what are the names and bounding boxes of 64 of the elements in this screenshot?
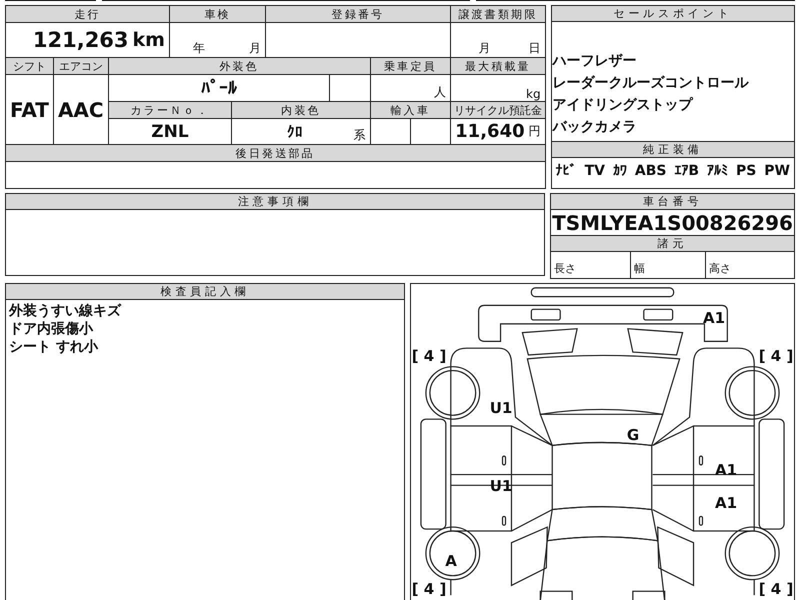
column-header: 内装色	[232, 102, 370, 118]
sales-point: レーダークルーズコントロール	[552, 74, 750, 93]
tire-mark: [ 4 ]	[412, 580, 446, 598]
section-header: 純正装備	[552, 141, 794, 158]
column-header: シフト	[6, 58, 53, 74]
damage-code: A1	[702, 309, 726, 327]
unit-label: kg	[526, 87, 541, 101]
inspector-note: ドア内張傷小	[9, 320, 94, 338]
unit-label: 年	[192, 40, 205, 57]
damage-code: A	[445, 552, 457, 570]
equipment-item: ABS	[634, 162, 666, 178]
spec-label: 高さ	[708, 261, 732, 277]
damage-code: G	[626, 426, 640, 444]
column-header: 最大積載量	[451, 58, 545, 74]
column-header: 外装色	[108, 58, 370, 74]
damage-code: U1	[490, 399, 512, 417]
cell-value: FAT	[10, 98, 49, 122]
column-header: カラーＮｏ．	[108, 102, 232, 118]
equipment-item: PS	[736, 162, 756, 178]
tire-mark: [ 4 ]	[758, 347, 794, 365]
tire-mark: [ 4 ]	[758, 580, 794, 598]
column-header: 後日発送部品	[6, 145, 545, 161]
unit-label: 月	[478, 40, 491, 57]
cell-value: ZNL	[151, 122, 189, 142]
column-header: 乗車定員	[370, 58, 450, 74]
chassis-number: TSMLYEA1S00826296	[551, 210, 794, 235]
column-header: 譲渡書類期限	[451, 6, 545, 22]
equipment-item: PW	[764, 162, 790, 178]
spec-label: 幅	[631, 252, 706, 278]
unit-label: 月	[248, 40, 261, 57]
cell-value: ﾊﾟｰﾙ	[200, 78, 237, 98]
section-header: セールスポイント	[552, 6, 794, 22]
column-header: 登録番号	[266, 6, 450, 22]
unit-label: 日	[528, 40, 541, 57]
equipment-item: ｶﾜ	[612, 162, 627, 178]
damage-code: A1	[714, 494, 738, 512]
inspector-note: 外装うすい線キズ	[9, 302, 122, 320]
unit-label: 人	[434, 84, 446, 101]
column-header: 輸入車	[370, 102, 450, 118]
column-header: 車検	[170, 6, 265, 22]
cell-value: 121,263	[32, 28, 129, 52]
unit-label: 円	[528, 123, 541, 140]
column-header: 走行	[6, 6, 169, 22]
inspector-note: シート すれ小	[9, 338, 100, 356]
equipment-item: TV	[584, 162, 605, 178]
equipment-item: ﾅﾋﾞ	[556, 162, 577, 178]
unit-label: km	[132, 29, 165, 51]
sales-point: バックカメラ	[552, 118, 638, 137]
unit-label: 系	[354, 127, 366, 144]
cell-value: AAC	[58, 98, 104, 122]
column-header: リサイクル預託金	[451, 102, 545, 118]
cell-value: ｸﾛ	[286, 122, 303, 140]
column-header: エアコン	[54, 58, 108, 74]
cell-value: 11,640	[455, 121, 525, 142]
equipment-item: ｱﾙﾐ	[707, 162, 728, 178]
spec-label: 長さ	[551, 252, 631, 278]
sales-point: ハーフレザー	[552, 52, 638, 71]
sales-point: アイドリングストップ	[552, 96, 694, 115]
section-header: 車台番号	[551, 194, 794, 210]
section-header: 検査員記入欄	[6, 284, 404, 300]
equipment-item: ｴｱB	[674, 162, 700, 178]
section-header: 注意事項欄	[6, 194, 544, 210]
tire-mark: [ 4 ]	[412, 347, 446, 365]
section-header: 諸元	[551, 235, 794, 252]
